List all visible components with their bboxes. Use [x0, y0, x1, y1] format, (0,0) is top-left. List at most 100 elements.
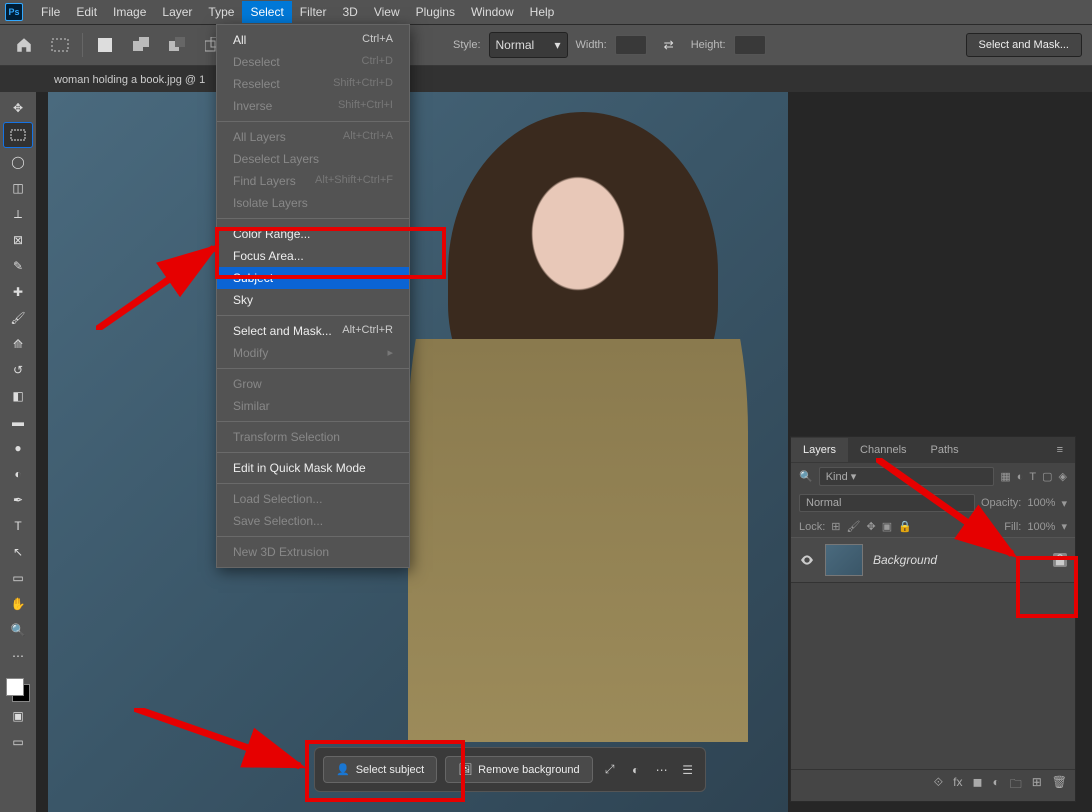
transform-icon[interactable]: ⤢ — [601, 761, 619, 779]
fx-icon[interactable]: fx — [953, 775, 962, 796]
frame-tool-icon[interactable]: ⊠ — [4, 228, 32, 252]
menu-item-all[interactable]: AllCtrl+A — [217, 29, 409, 51]
path-select-tool-icon[interactable]: ↖ — [4, 540, 32, 564]
new-selection-icon[interactable] — [91, 31, 119, 59]
menu-item-focus-area[interactable]: Focus Area... — [217, 245, 409, 267]
marquee-tool-icon[interactable] — [46, 31, 74, 59]
lock-icon[interactable] — [1053, 553, 1067, 567]
menu-item-edit-in-quick-mask-mode[interactable]: Edit in Quick Mask Mode — [217, 457, 409, 479]
remove-background-button[interactable]: 🖼 Remove background — [445, 756, 592, 783]
layer-filter-select[interactable]: Kind ▾ — [819, 467, 995, 486]
type-tool-icon[interactable]: T — [4, 514, 32, 538]
menu-filter[interactable]: Filter — [292, 1, 335, 23]
zoom-tool-icon[interactable]: 🔍 — [4, 618, 32, 642]
menu-item-similar: Similar — [217, 395, 409, 417]
menu-item-select-and-mask[interactable]: Select and Mask...Alt+Ctrl+R — [217, 320, 409, 342]
subtract-selection-icon[interactable] — [163, 31, 191, 59]
quick-mask-icon[interactable]: ▣ — [4, 704, 32, 728]
rectangle-tool-icon[interactable]: ▭ — [4, 566, 32, 590]
edit-toolbar-icon[interactable]: ⋯ — [4, 644, 32, 668]
swap-dimensions-icon[interactable]: ⇄ — [655, 31, 683, 59]
clone-stamp-tool-icon[interactable]: ⟰ — [4, 332, 32, 356]
layers-footer: ⟐ fx ◼ ◐ 🗀 ⊞ 🗑 — [791, 769, 1075, 801]
layer-thumbnail[interactable] — [825, 544, 863, 576]
layer-row-background[interactable]: Background — [791, 537, 1075, 583]
search-icon[interactable]: 🔍 — [799, 470, 813, 483]
lock-paint-icon[interactable]: 🖌 — [847, 520, 861, 533]
adjust-icon[interactable]: ◐ — [627, 761, 645, 779]
menu-3d[interactable]: 3D — [334, 1, 365, 23]
menu-edit[interactable]: Edit — [68, 1, 105, 23]
crop-tool-icon[interactable]: ⟂ — [4, 202, 32, 226]
lock-position-icon[interactable]: ✥ — [866, 520, 875, 533]
opacity-value[interactable]: 100% — [1027, 497, 1055, 509]
screen-mode-icon[interactable]: ▭ — [4, 730, 32, 754]
tab-channels[interactable]: Channels — [848, 438, 918, 462]
lock-label: Lock: — [799, 521, 825, 533]
home-icon[interactable] — [10, 31, 38, 59]
eyedropper-tool-icon[interactable]: ✎ — [4, 254, 32, 278]
color-swatches[interactable] — [6, 678, 30, 702]
lock-artboard-icon[interactable]: ▣ — [882, 520, 892, 533]
blur-tool-icon[interactable]: ● — [4, 436, 32, 460]
filter-smart-icon[interactable]: ◈ — [1059, 470, 1067, 483]
history-brush-tool-icon[interactable]: ↺ — [4, 358, 32, 382]
person-icon: 👤 — [336, 763, 350, 776]
lock-all-icon[interactable]: ⊞ — [831, 520, 840, 533]
blend-mode-select[interactable]: Normal — [799, 494, 975, 512]
fill-value[interactable]: 100% — [1027, 521, 1055, 533]
lock-icon[interactable]: 🔒 — [898, 520, 912, 533]
menu-help[interactable]: Help — [522, 1, 563, 23]
move-tool-icon[interactable]: ✥ — [4, 96, 32, 120]
pen-tool-icon[interactable]: ✒ — [4, 488, 32, 512]
document-tab[interactable]: woman holding a book.jpg @ 1 — [42, 68, 217, 92]
menu-item-load-selection: Load Selection... — [217, 488, 409, 510]
filter-type-icon[interactable]: T — [1029, 471, 1036, 483]
visibility-icon[interactable] — [799, 552, 815, 568]
width-input[interactable] — [615, 35, 647, 55]
tab-paths[interactable]: Paths — [919, 438, 971, 462]
brush-tool-icon[interactable]: 🖌 — [4, 306, 32, 330]
hand-tool-icon[interactable]: ✋ — [4, 592, 32, 616]
menu-layer[interactable]: Layer — [154, 1, 200, 23]
new-layer-icon[interactable]: ⊞ — [1032, 775, 1042, 796]
marquee-tool-icon[interactable] — [3, 122, 33, 148]
menu-window[interactable]: Window — [463, 1, 522, 23]
opacity-label: Opacity: — [981, 497, 1021, 509]
menu-item-color-range[interactable]: Color Range... — [217, 223, 409, 245]
tab-layers[interactable]: Layers — [791, 438, 848, 462]
link-layers-icon[interactable]: ⟐ — [934, 775, 943, 796]
add-selection-icon[interactable] — [127, 31, 155, 59]
filter-adjust-icon[interactable]: ◐ — [1017, 471, 1024, 483]
menu-type[interactable]: Type — [200, 1, 242, 23]
dodge-tool-icon[interactable]: ◐ — [4, 462, 32, 486]
lasso-tool-icon[interactable]: ◯ — [4, 150, 32, 174]
height-input[interactable] — [734, 35, 766, 55]
menu-item-subject[interactable]: Subject — [217, 267, 409, 289]
panel-menu-icon[interactable]: ≡ — [1045, 438, 1075, 462]
select-subject-button[interactable]: 👤 Select subject — [323, 756, 437, 783]
layer-name[interactable]: Background — [873, 553, 1053, 567]
contextual-task-bar: 👤 Select subject 🖼 Remove background ⤢ ◐… — [314, 747, 706, 792]
document-image — [48, 92, 788, 812]
menu-select[interactable]: Select — [242, 1, 291, 23]
menu-plugins[interactable]: Plugins — [408, 1, 463, 23]
healing-brush-tool-icon[interactable]: ✚ — [4, 280, 32, 304]
filter-pixel-icon[interactable]: ▦ — [1000, 470, 1010, 483]
group-icon[interactable]: 🗀 — [1010, 775, 1022, 796]
adjustment-icon[interactable]: ◐ — [992, 775, 999, 796]
object-select-tool-icon[interactable]: ◫ — [4, 176, 32, 200]
filter-shape-icon[interactable]: ▢ — [1042, 470, 1052, 483]
menu-file[interactable]: File — [33, 1, 68, 23]
mask-icon[interactable]: ◼ — [972, 775, 982, 796]
menu-view[interactable]: View — [366, 1, 408, 23]
eraser-tool-icon[interactable]: ◧ — [4, 384, 32, 408]
more-icon[interactable]: ⋯ — [653, 761, 671, 779]
properties-icon[interactable]: ☰ — [679, 761, 697, 779]
gradient-tool-icon[interactable]: ▬ — [4, 410, 32, 434]
style-select[interactable]: Normal▾ — [489, 32, 568, 58]
select-and-mask-button[interactable]: Select and Mask... — [966, 33, 1083, 57]
delete-icon[interactable]: 🗑 — [1052, 775, 1067, 796]
menu-image[interactable]: Image — [105, 1, 154, 23]
menu-item-sky[interactable]: Sky — [217, 289, 409, 311]
